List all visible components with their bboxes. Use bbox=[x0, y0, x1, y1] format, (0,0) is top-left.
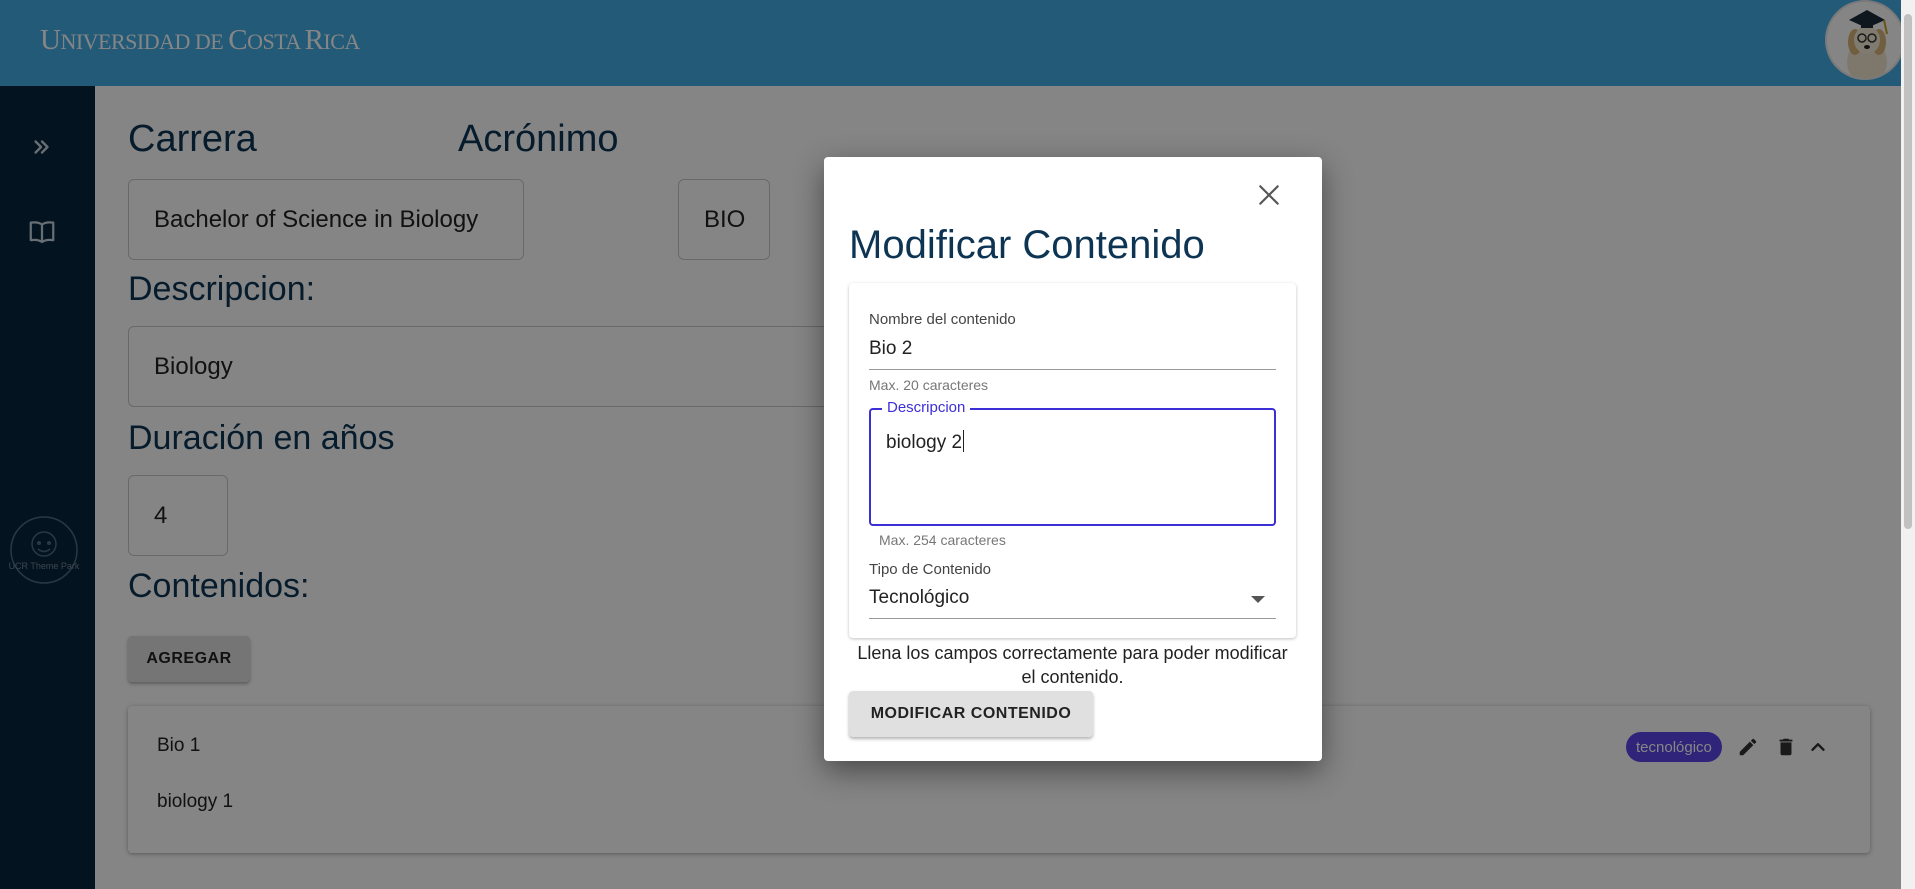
descripcion-textarea-label: Descripcion bbox=[882, 399, 971, 416]
nombre-label: Nombre del contenido bbox=[869, 311, 1016, 328]
scrollbar-thumb[interactable] bbox=[1904, 14, 1912, 529]
descripcion-textarea[interactable]: Descripcion biology 2 bbox=[869, 399, 1276, 526]
nombre-input[interactable]: Bio 2 bbox=[869, 338, 912, 360]
tipo-label: Tipo de Contenido bbox=[869, 561, 992, 578]
form-instructions: Llena los campos correctamente para pode… bbox=[857, 643, 1288, 687]
content-form: Nombre del contenido Bio 2 Max. 20 carac… bbox=[849, 283, 1296, 638]
dialog-title: Modificar Contenido bbox=[849, 223, 1205, 267]
dropdown-arrow-icon[interactable] bbox=[1251, 596, 1265, 603]
nombre-hint: Max. 20 caracteres bbox=[869, 377, 989, 393]
page-scrollbar[interactable] bbox=[1901, 0, 1915, 889]
tipo-select[interactable]: Tecnológico bbox=[869, 587, 969, 609]
nombre-underline bbox=[869, 369, 1276, 370]
modify-content-dialog: Modificar Contenido Nombre del contenido… bbox=[824, 157, 1322, 761]
descripcion-textarea-value: biology 2 bbox=[886, 430, 965, 453]
modify-content-button[interactable]: MODIFICAR CONTENIDO bbox=[849, 691, 1093, 737]
descripcion-hint: Max. 254 caracteres bbox=[879, 532, 1006, 548]
close-icon[interactable] bbox=[1251, 177, 1287, 213]
tipo-underline bbox=[869, 618, 1276, 619]
